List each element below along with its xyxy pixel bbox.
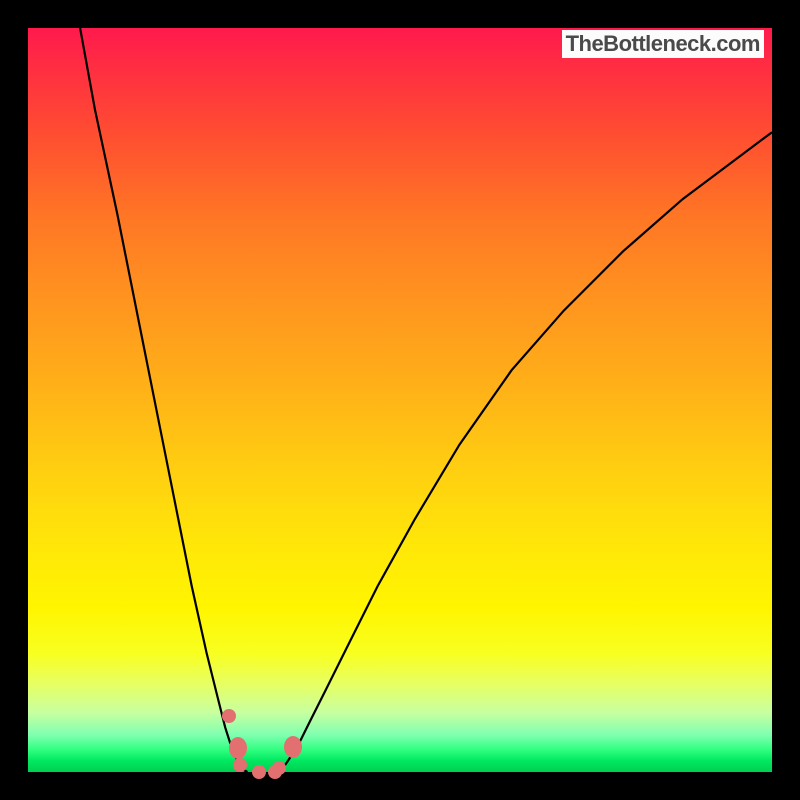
data-point-p3 [233, 758, 247, 772]
data-point-p1 [222, 709, 236, 723]
curve-right [277, 132, 772, 772]
data-point-p2 [229, 737, 247, 759]
curves-svg [28, 28, 772, 772]
data-point-p6 [272, 761, 286, 775]
plot-area: TheBottleneck.com [28, 28, 772, 772]
chart-frame: TheBottleneck.com [0, 0, 800, 800]
curve-left [80, 28, 247, 772]
watermark: TheBottleneck.com [562, 30, 764, 58]
data-point-p7 [284, 736, 302, 758]
data-point-p4 [252, 765, 266, 779]
